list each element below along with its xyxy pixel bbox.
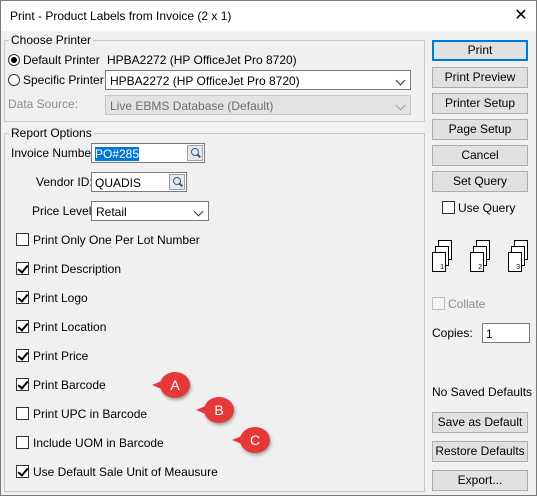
choose-printer-label: Choose Printer [9, 33, 94, 47]
search-icon[interactable] [187, 145, 203, 161]
copies-label: Copies: [432, 326, 473, 340]
checkbox-print-barcode[interactable] [16, 378, 29, 391]
specific-printer-value: HPBA2272 (HP OfficeJet Pro 8720) [110, 74, 300, 88]
set-query-button[interactable]: Set Query [432, 171, 528, 192]
data-source-value: Live EBMS Database (Default) [110, 99, 274, 113]
checkbox-default-sale-unit[interactable] [16, 465, 29, 478]
checkbox-print-description[interactable] [16, 262, 29, 275]
vendor-id-field[interactable]: QUADIS [91, 172, 187, 192]
chevron-down-icon [395, 100, 406, 111]
checkbox-print-logo[interactable] [16, 291, 29, 304]
checkbox-print-upc[interactable] [16, 407, 29, 420]
radio-dot [11, 57, 17, 63]
saved-defaults-text: No Saved Defaults [432, 385, 533, 399]
default-printer-radio[interactable] [8, 54, 20, 66]
checkbox-label[interactable]: Print Location [33, 320, 106, 334]
search-icon[interactable] [169, 174, 185, 190]
checkbox-label[interactable]: Include UOM in Barcode [33, 436, 164, 450]
invoice-number-field[interactable]: PO#285 [91, 143, 205, 163]
copies-value: 1 [486, 327, 493, 341]
checkbox-label[interactable]: Print Description [33, 262, 121, 276]
cancel-button[interactable]: Cancel [432, 145, 528, 166]
callout-letter: B [214, 402, 224, 418]
print-button[interactable]: Print [432, 40, 528, 61]
callout-b-marker: B [196, 397, 234, 423]
invoice-number-label: Invoice Number: [11, 146, 99, 160]
use-query-checkbox[interactable] [442, 201, 455, 214]
specific-printer-radio[interactable] [8, 74, 20, 86]
use-query-label[interactable]: Use Query [458, 201, 515, 215]
handle-shape [179, 182, 183, 187]
callout-letter: A [170, 377, 180, 393]
checkbox-include-uom[interactable] [16, 436, 29, 449]
handle-shape [197, 153, 201, 158]
default-printer-value: HPBA2272 (HP OfficeJet Pro 8720) [107, 53, 297, 67]
data-source-label: Data Source: [8, 97, 79, 111]
chevron-down-icon [193, 206, 204, 217]
title-bar: Print - Product Labels from Invoice (2 x… [1, 1, 536, 31]
callout-c-marker: C [232, 427, 270, 453]
collate-icon: 1 2 3 [432, 240, 532, 280]
checkbox-label[interactable]: Print Logo [33, 291, 88, 305]
window-title: Print - Product Labels from Invoice (2 x… [10, 9, 232, 23]
checkbox-label[interactable]: Print UPC in Barcode [33, 407, 147, 421]
invoice-number-value: PO#285 [95, 147, 140, 161]
restore-defaults-button[interactable]: Restore Defaults [432, 441, 528, 462]
callout-letter: C [249, 432, 261, 448]
checkbox-print-one-per-lot[interactable] [16, 233, 29, 246]
page-number: 2 [478, 264, 482, 271]
print-preview-button[interactable]: Print Preview [432, 67, 528, 88]
checkbox-print-location[interactable] [16, 320, 29, 333]
copies-field[interactable]: 1 [482, 323, 530, 343]
checkbox-label[interactable]: Print Barcode [33, 378, 106, 392]
page-shape: 1 [432, 252, 446, 272]
page-shape: 2 [470, 252, 484, 272]
price-level-select[interactable]: Retail [91, 201, 209, 221]
vendor-id-value: QUADIS [95, 176, 142, 190]
checkbox-label[interactable]: Print Only One Per Lot Number [33, 233, 200, 247]
chevron-down-icon [395, 75, 406, 86]
save-as-default-button[interactable]: Save as Default [432, 412, 528, 433]
data-source-select: Live EBMS Database (Default) [105, 95, 411, 115]
page-number: 1 [440, 264, 444, 271]
page-setup-button[interactable]: Page Setup [432, 119, 528, 140]
default-printer-label[interactable]: Default Printer [23, 53, 100, 67]
report-options-label: Report Options [9, 126, 94, 140]
specific-printer-select[interactable]: HPBA2272 (HP OfficeJet Pro 8720) [105, 70, 411, 90]
export-button[interactable]: Export... [432, 470, 528, 491]
checkbox-label[interactable]: Use Default Sale Unit of Meausure [33, 465, 218, 479]
page-number: 3 [516, 264, 520, 271]
collate-checkbox [432, 297, 445, 310]
close-icon[interactable]: ✕ [509, 5, 533, 27]
callout-a-marker: A [152, 372, 190, 398]
vendor-id-label: Vendor ID: [36, 175, 93, 189]
price-level-value: Retail [96, 205, 127, 219]
checkbox-label[interactable]: Print Price [33, 349, 88, 363]
page-shape: 3 [508, 252, 522, 272]
printer-setup-button[interactable]: Printer Setup [432, 93, 528, 114]
checkbox-print-price[interactable] [16, 349, 29, 362]
collate-label: Collate [448, 297, 486, 311]
specific-printer-label[interactable]: Specific Printer [23, 73, 104, 87]
price-level-label: Price Level: [32, 204, 95, 218]
